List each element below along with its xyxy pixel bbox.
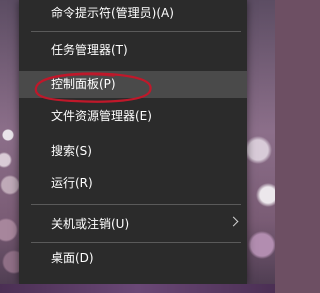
menu-separator <box>31 242 241 243</box>
menu-item-label: 命令提示符(管理员)(A) <box>51 6 174 20</box>
menu-item-command-prompt-admin[interactable]: 命令提示符(管理员)(A) <box>19 0 247 27</box>
menu-item-label: 任务管理器(T) <box>51 43 128 57</box>
menu-item-desktop[interactable]: 桌面(D) <box>19 245 247 272</box>
menu-item-label: 文件资源管理器(E) <box>51 109 152 123</box>
chevron-right-icon <box>228 216 239 227</box>
menu-item-task-manager[interactable]: 任务管理器(T) <box>19 37 247 64</box>
menu-item-label: 控制面板(P) <box>51 77 116 91</box>
winx-context-menu: 命令提示符(管理员)(A) 任务管理器(T) 控制面板(P) 文件资源管理器(E… <box>19 0 247 284</box>
menu-item-label: 关机或注销(U) <box>51 217 130 231</box>
menu-item-run[interactable]: 运行(R) <box>19 170 247 197</box>
menu-item-label: 运行(R) <box>51 176 93 190</box>
taskbar-strip <box>0 284 275 293</box>
menu-separator <box>31 31 241 32</box>
menu-item-file-explorer[interactable]: 文件资源管理器(E) <box>19 103 247 130</box>
menu-item-label: 桌面(D) <box>51 251 94 265</box>
menu-item-control-panel[interactable]: 控制面板(P) <box>19 71 247 98</box>
menu-item-shutdown-signout[interactable]: 关机或注销(U) <box>19 211 247 238</box>
menu-item-search[interactable]: 搜索(S) <box>19 138 247 165</box>
menu-item-label: 搜索(S) <box>51 144 92 158</box>
menu-separator <box>31 204 241 205</box>
